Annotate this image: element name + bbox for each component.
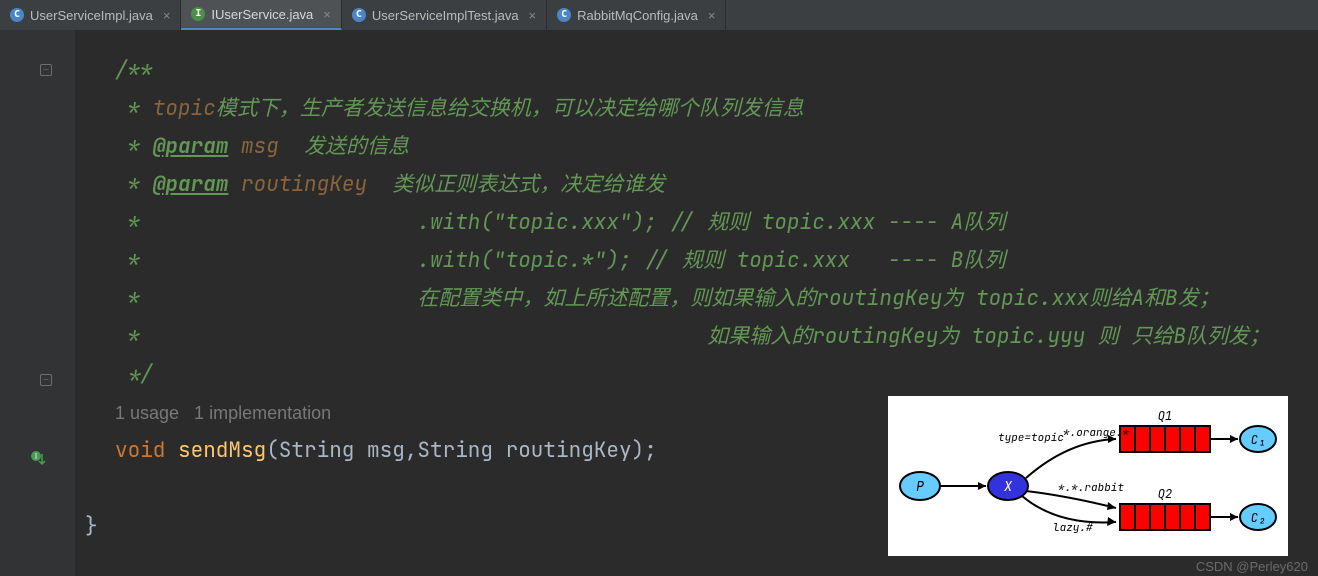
topic-diagram: P X Q1 — [888, 396, 1288, 556]
tab-label: UserServiceImplTest.java — [372, 8, 519, 23]
code-line: * .with("topic.xxx"); // 规则 topic.xxx --… — [115, 204, 1318, 242]
watermark: CSDN @Perley620 — [1196, 559, 1308, 574]
svg-text:*.*.rabbit: *.*.rabbit — [1058, 481, 1124, 495]
svg-text:C₂: C₂ — [1251, 510, 1265, 526]
close-icon[interactable]: × — [163, 8, 171, 23]
code-line: * 如果输入的routingKey为 topic.yyy 则 只给B队列发； — [115, 318, 1318, 356]
class-icon: C — [10, 8, 24, 22]
fold-icon[interactable]: — — [40, 64, 52, 76]
code-line: * .with("topic.*"); // 规则 topic.xxx ----… — [115, 242, 1318, 280]
tab-userserviceimpltest[interactable]: C UserServiceImplTest.java × — [342, 0, 547, 30]
svg-text:type=topic: type=topic — [998, 431, 1064, 445]
tab-iuserservice[interactable]: I IUserService.java × — [181, 0, 341, 30]
svg-text:X: X — [1003, 478, 1013, 495]
tab-rabbitmqconfig[interactable]: C RabbitMqConfig.java × — [547, 0, 726, 30]
code-line: * 在配置类中，如上所述配置，则如果输入的routingKey为 topic.x… — [115, 280, 1318, 318]
svg-text:C₁: C₁ — [1251, 432, 1265, 448]
code-line: * @param msg 发送的信息 — [115, 128, 1318, 166]
code-line: * @param routingKey 类似正则表达式，决定给谁发 — [115, 166, 1318, 204]
svg-text:lazy.#: lazy.# — [1053, 521, 1093, 535]
close-icon[interactable]: × — [529, 8, 537, 23]
implemented-icon[interactable]: I — [30, 450, 48, 472]
close-icon[interactable]: × — [323, 7, 331, 22]
tab-label: UserServiceImpl.java — [30, 8, 153, 23]
code-line: */ — [115, 356, 1318, 394]
tab-label: RabbitMqConfig.java — [577, 8, 698, 23]
class-icon: C — [557, 8, 571, 22]
svg-text:P: P — [916, 478, 924, 495]
svg-text:Q2: Q2 — [1158, 486, 1172, 502]
gutter: — — I — [0, 30, 75, 576]
tab-userserviceimpl[interactable]: C UserServiceImpl.java × — [0, 0, 181, 30]
class-icon: C — [352, 8, 366, 22]
interface-icon: I — [191, 7, 205, 21]
tab-bar: C UserServiceImpl.java × I IUserService.… — [0, 0, 1318, 30]
code-area[interactable]: /** * topic模式下，生产者发送信息给交换机，可以决定给哪个队列发信息 … — [75, 30, 1318, 576]
tab-label: IUserService.java — [211, 7, 313, 22]
code-line: * topic模式下，生产者发送信息给交换机，可以决定给哪个队列发信息 — [115, 90, 1318, 128]
fold-icon[interactable]: — — [40, 374, 52, 386]
code-line: /** — [115, 52, 1318, 90]
svg-text:I: I — [35, 452, 37, 461]
svg-text:Q1: Q1 — [1158, 408, 1172, 424]
close-icon[interactable]: × — [708, 8, 716, 23]
svg-text:*.orange.*: *.orange.* — [1063, 426, 1129, 440]
editor: — — I /** * topic模式下，生产者发送信息给交换机，可以决定给哪个… — [0, 30, 1318, 576]
